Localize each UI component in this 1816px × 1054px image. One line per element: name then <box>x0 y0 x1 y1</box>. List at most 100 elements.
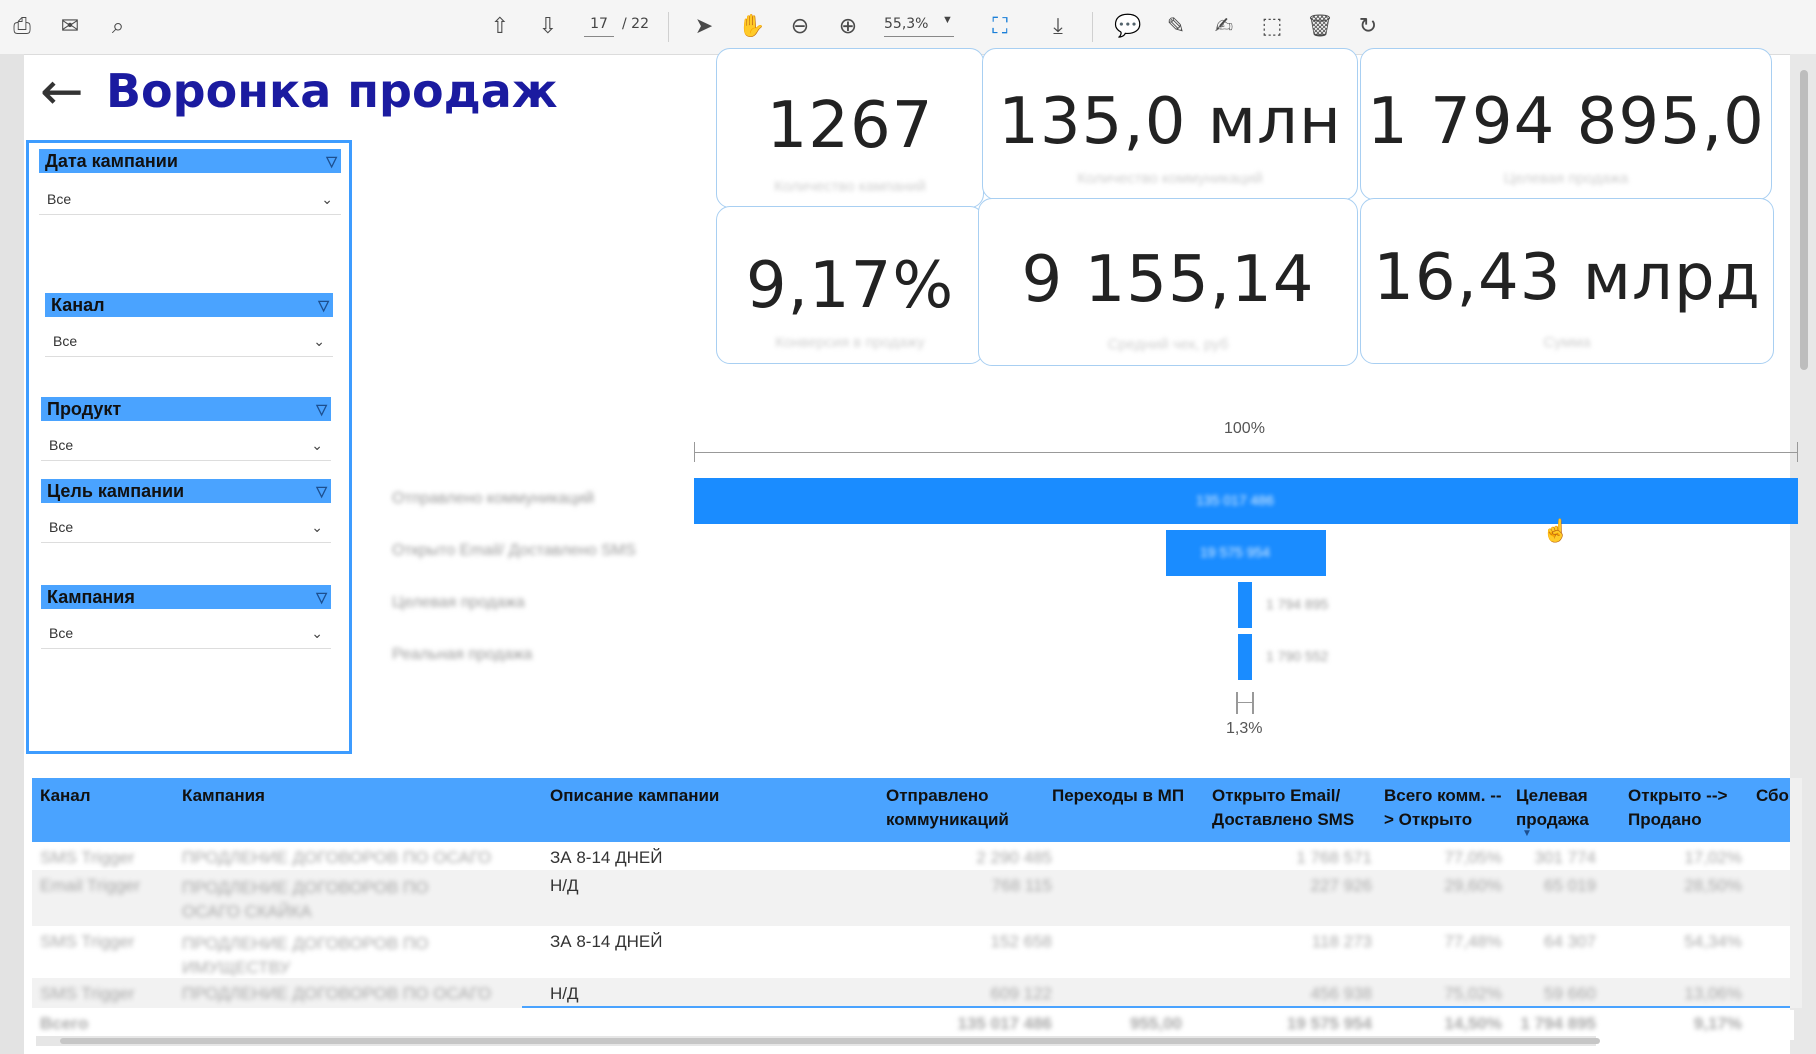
cell-campaign: ПРОДЛЕНИЕ ДОГОВОРОВ ПО ОСАГО СКАЙКА <box>182 878 429 921</box>
filter-channel-dropdown[interactable]: Все ⌄ <box>45 325 333 357</box>
filter-campaign-dropdown[interactable]: Все ⌄ <box>41 617 331 649</box>
chevron-down-icon[interactable]: ⌄ <box>321 183 333 215</box>
chevron-down-icon[interactable]: ⌄ <box>313 325 325 357</box>
zoom-out-icon[interactable]: ⊖ <box>784 10 816 42</box>
hand-tool-icon[interactable]: ✋ <box>736 10 768 42</box>
filter-campaign-date-header[interactable]: Дата кампании ▽ <box>39 149 341 173</box>
funnel-axis-line <box>694 452 1798 453</box>
back-arrow-icon[interactable]: ← <box>40 64 84 120</box>
funnel-axis-tick <box>694 442 695 462</box>
table-row[interactable]: SMS Trigger ПРОДЛЕНИЕ ДОГОВОРОВ ПО ИМУЩЕ… <box>32 926 1794 978</box>
funnel-data-label: 19 575 954 <box>1200 544 1271 560</box>
stamp-icon[interactable]: ⬚ <box>1256 10 1288 42</box>
table-row[interactable]: Email Trigger ПРОДЛЕНИЕ ДОГОВОРОВ ПО ОСА… <box>32 870 1794 926</box>
cell-rate-open: 77,48% <box>1444 932 1502 951</box>
filter-label: Дата кампании <box>45 151 178 171</box>
filter-label: Цель кампании <box>47 481 185 501</box>
kpi-card-average-check: 9 155,14 Средний чек, руб <box>978 198 1358 366</box>
print-icon[interactable]: ⎙ <box>6 10 38 42</box>
cell-campaign: ПРОДЛЕНИЕ ДОГОВОРОВ ПО ОСАГО <box>182 848 492 867</box>
funnel-data-label: 1 790 552 <box>1266 648 1329 664</box>
cell-total-target-sale: 1 794 895 <box>1520 1014 1596 1033</box>
funnel-stage-label: Открыто Email/ Доставлено SMS <box>392 542 636 559</box>
kpi-label: Сумма <box>1543 334 1591 351</box>
chevron-down-icon[interactable]: ▽ <box>316 397 327 421</box>
funnel-bottom-marker <box>1236 692 1254 714</box>
cell-total-transitions: 955,00 <box>1130 1014 1182 1033</box>
cell-description: Н/Д <box>550 876 579 895</box>
column-header-target-sale[interactable]: Целевая продажа <box>1516 784 1606 832</box>
delete-icon[interactable]: 🗑 <box>1304 10 1336 42</box>
funnel-stage-label: Целевая продажа <box>392 594 525 611</box>
filter-value: Все <box>47 191 72 207</box>
column-header-opened[interactable]: Открыто Email/ Доставлено SMS <box>1212 784 1372 832</box>
zoom-in-icon[interactable]: ⊕ <box>832 10 864 42</box>
next-page-icon[interactable]: ⇩ <box>532 10 564 42</box>
column-header-rate-open[interactable]: Всего комм. --> Открыто <box>1384 784 1504 832</box>
cell-rate-sold: 13,06% <box>1684 984 1742 1003</box>
chevron-down-icon[interactable]: ▽ <box>316 479 327 503</box>
comment-icon[interactable]: 💬 <box>1112 10 1144 42</box>
select-cursor-icon[interactable]: ➤ <box>688 10 720 42</box>
kpi-label: Конверсия в продажу <box>775 334 925 351</box>
cell-campaign: ПРОДЛЕНИЕ ДОГОВОРОВ ПО ОСАГО <box>182 984 492 1003</box>
cell-description: ЗА 8-14 ДНЕЙ <box>550 848 663 867</box>
filter-channel-header[interactable]: Канал ▽ <box>45 293 333 317</box>
column-header-transitions[interactable]: Переходы в МП <box>1052 784 1184 808</box>
fit-page-icon[interactable]: ⛶ <box>984 10 1016 42</box>
highlight-pen-icon[interactable]: ✎ <box>1160 10 1192 42</box>
cell-target-sale: 301 774 <box>1534 848 1596 867</box>
column-header-sent[interactable]: Отправлено коммуникаций <box>886 784 1046 832</box>
campaign-table: Канал Кампания Описание кампании Отправл… <box>32 778 1802 1044</box>
cell-campaign: ПРОДЛЕНИЕ ДОГОВОРОВ ПО ИМУЩЕСТВУ <box>182 934 429 977</box>
chevron-down-icon[interactable]: ⌄ <box>311 617 323 649</box>
table-header: Канал Кампания Описание кампании Отправл… <box>32 778 1794 842</box>
filter-campaign-date-dropdown[interactable]: Все ⌄ <box>39 183 341 215</box>
chevron-down-icon[interactable]: ⌄ <box>311 511 323 543</box>
sort-desc-icon[interactable]: ▼ <box>1522 828 1532 839</box>
column-header-channel[interactable]: Канал <box>40 784 91 808</box>
cell-sent: 2 290 485 <box>976 848 1052 867</box>
funnel-bottom-percent: 1,3% <box>1226 720 1263 737</box>
filter-campaign-header[interactable]: Кампания ▽ <box>41 585 331 609</box>
sign-icon[interactable]: ✍ <box>1208 10 1240 42</box>
filter-panel: Дата кампании ▽ Все ⌄ Канал ▽ Все ⌄ Прод… <box>26 140 352 754</box>
filter-campaign-goal-dropdown[interactable]: Все ⌄ <box>41 511 331 543</box>
chevron-down-icon[interactable]: ▽ <box>326 149 337 173</box>
funnel-bar-target-sale[interactable] <box>1238 582 1252 628</box>
chevron-down-icon[interactable]: ▽ <box>318 293 329 317</box>
kpi-label: Количество коммуникаций <box>1077 170 1263 187</box>
table-vertical-scrollbar[interactable] <box>1790 778 1802 1008</box>
page-number-input[interactable]: 17 <box>584 12 614 37</box>
column-header-description[interactable]: Описание кампании <box>550 784 719 808</box>
email-icon[interactable]: ✉ <box>54 10 86 42</box>
viewer-scrollbar-thumb[interactable] <box>1800 70 1808 370</box>
cell-opened: 1 768 571 <box>1296 848 1372 867</box>
cell-total-opened: 19 575 954 <box>1286 1014 1372 1033</box>
chevron-down-icon[interactable]: ▼ <box>942 14 953 26</box>
previous-page-icon[interactable]: ⇧ <box>484 10 516 42</box>
chevron-down-icon[interactable]: ⌄ <box>311 429 323 461</box>
column-header-cut[interactable]: Сбо <box>1756 784 1789 808</box>
table-horizontal-scroll-thumb[interactable] <box>60 1038 1600 1044</box>
filter-value: Все <box>49 437 74 453</box>
toolbar-divider <box>668 12 669 42</box>
cell-channel: SMS Trigger <box>40 848 135 867</box>
rotate-icon[interactable]: ↻ <box>1352 10 1384 42</box>
funnel-bar-real-sale[interactable] <box>1238 634 1252 680</box>
column-header-campaign[interactable]: Кампания <box>182 784 265 808</box>
kpi-value: 1 794 895,0 <box>1367 85 1765 159</box>
search-icon[interactable]: ⌕ <box>102 10 134 42</box>
table-row[interactable]: SMS Trigger ПРОДЛЕНИЕ ДОГОВОРОВ ПО ОСАГО… <box>32 842 1794 870</box>
filter-campaign-goal-header[interactable]: Цель кампании ▽ <box>41 479 331 503</box>
filter-product-dropdown[interactable]: Все ⌄ <box>41 429 331 461</box>
download-icon[interactable]: ⤓ <box>1042 10 1074 42</box>
filter-product-header[interactable]: Продукт ▽ <box>41 397 331 421</box>
viewer-toolbar: ⎙ ✉ ⌕ ⇧ ⇩ 17 / 22 ➤ ✋ ⊖ ⊕ 55,3% ▼ ⛶ ⤓ 💬 … <box>0 0 1816 55</box>
kpi-value: 9 155,14 <box>1021 243 1315 317</box>
table-row[interactable]: SMS Trigger ПРОДЛЕНИЕ ДОГОВОРОВ ПО ОСАГО… <box>32 978 1794 1008</box>
cell-sent: 152 658 <box>990 932 1052 951</box>
column-header-rate-sold[interactable]: Открыто --> Продано <box>1628 784 1748 832</box>
chevron-down-icon[interactable]: ▽ <box>316 585 327 609</box>
filter-label: Продукт <box>47 399 122 419</box>
